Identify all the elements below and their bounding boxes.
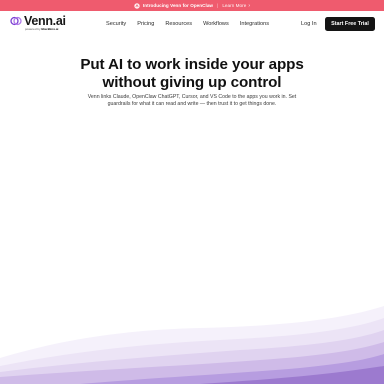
hero-section: Put AI to work inside your apps without …	[0, 56, 384, 108]
hero-title: Put AI to work inside your apps without …	[0, 56, 384, 91]
hero-title-line-2: without giving up control	[102, 73, 282, 91]
chevron-right-icon: ›	[248, 2, 251, 9]
announcement-text: Introducing Venn for OpenClaw	[142, 3, 214, 8]
nav-item-resources[interactable]: Resources	[165, 21, 192, 27]
brand[interactable]: Venn.ai powered by BlackBox.ai	[10, 15, 66, 31]
brand-name: Venn.ai	[24, 14, 66, 28]
brand-tagline-prefix: powered by	[25, 27, 41, 31]
nav-item-workflows[interactable]: Workflows	[203, 21, 229, 27]
nav-item-security[interactable]: Security	[106, 21, 126, 27]
top-nav: Venn.ai powered by BlackBox.ai Security …	[0, 11, 384, 37]
announcement-divider: |	[217, 3, 219, 8]
hero-subtitle: Venn links Claude, OpenClaw ChatGPT, Cur…	[87, 94, 297, 107]
main-menu: Security Pricing Resources Workflows Int…	[106, 11, 280, 37]
claw-icon	[134, 2, 140, 9]
announcement-bar[interactable]: Introducing Venn for OpenClaw | Learn Mo…	[0, 0, 384, 11]
hero-title-line-1: Put AI to work inside your apps	[80, 56, 304, 73]
brand-tagline: powered by BlackBox.ai	[25, 27, 66, 31]
decorative-waves	[0, 306, 384, 384]
learn-more-label: Learn More	[222, 3, 247, 8]
brand-tagline-company: BlackBox.ai	[41, 27, 59, 31]
start-free-trial-button[interactable]: Start Free Trial	[325, 17, 375, 31]
venn-logo-icon	[10, 16, 22, 26]
nav-item-pricing[interactable]: Pricing	[137, 21, 154, 27]
login-link[interactable]: Log In	[301, 11, 317, 37]
learn-more-link[interactable]: Learn More ›	[222, 3, 250, 9]
nav-item-integrations[interactable]: Integrations	[240, 21, 269, 27]
